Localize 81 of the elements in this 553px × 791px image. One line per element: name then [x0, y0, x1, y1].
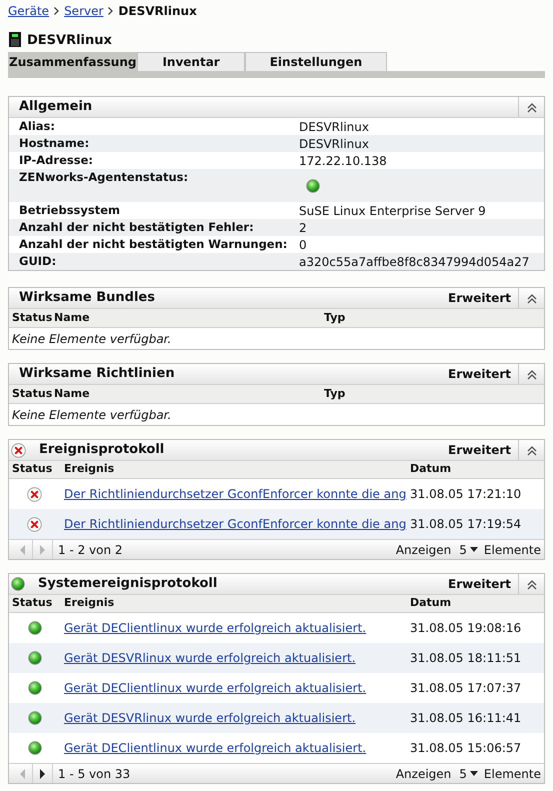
- event-link[interactable]: Gerät DESVRlinux wurde erfolgreich aktualisiert.: [64, 651, 356, 665]
- triangle-left-icon: [20, 768, 26, 778]
- tab[interactable]: Einstellungen: [244, 52, 388, 71]
- double-chevron-up-icon: [526, 292, 538, 304]
- advanced-link[interactable]: Erweitert: [448, 575, 518, 593]
- date-cell-text: 31.08.05 17:21:10: [410, 486, 522, 503]
- field-label: Betriebssystem: [18, 202, 122, 219]
- field-value: 2: [299, 220, 307, 236]
- chevron-right-icon: [108, 7, 114, 15]
- field-value: a320c55a7affbe8f8c8347994d054a27: [299, 254, 530, 270]
- event-link[interactable]: Gerät DEClientlinux wurde erfolgreich aktualisiert.: [64, 741, 366, 755]
- breadcrumb-link[interactable]: Geräte: [8, 2, 50, 20]
- breadcrumb-link[interactable]: Server: [64, 2, 104, 20]
- page-title: DESVRlinux: [27, 32, 112, 50]
- advanced-link[interactable]: Erweitert: [448, 289, 518, 307]
- column-header: Typ: [324, 310, 346, 326]
- page-size-dropdown[interactable]: 5: [459, 764, 478, 782]
- column-header: Typ: [324, 386, 346, 402]
- field-label: Alias:: [18, 118, 56, 135]
- field-value: DESVRlinux: [299, 136, 369, 152]
- page-range: 1 - 2 von 2: [57, 542, 123, 558]
- triangle-left-icon: [20, 544, 26, 554]
- panel-title: Ereignisprotokoll: [38, 441, 164, 460]
- field-value: 0: [299, 236, 307, 254]
- empty-message: Keine Elemente verfügbar.: [12, 406, 172, 424]
- date-cell-text: 31.08.05 19:08:16: [410, 620, 522, 637]
- field-value: SuSE Linux Enterprise Server 9: [299, 202, 486, 220]
- date-cell-text: 31.08.05 18:11:51: [410, 650, 522, 667]
- page-range: 1 - 5 von 33: [57, 766, 130, 782]
- field-label: Anzahl der nicht bestätigten Fehler:: [18, 219, 255, 236]
- event-link[interactable]: Gerät DEClientlinux wurde erfolgreich aktualisiert.: [64, 681, 366, 695]
- triangle-right-icon: [40, 768, 46, 778]
- panel-title: Wirksame Richtlinien: [18, 365, 175, 384]
- tab[interactable]: Inventar: [137, 52, 245, 71]
- column-header: Ereignis: [64, 595, 116, 612]
- caret-down-icon: [470, 771, 478, 776]
- panel-title: Allgemein: [18, 98, 92, 116]
- event-link[interactable]: Gerät DESVRlinux wurde erfolgreich aktualisiert.: [64, 711, 356, 725]
- field-label: Hostname:: [18, 135, 90, 152]
- field-value: 172.22.10.138: [299, 152, 387, 170]
- field-label: Anzahl der nicht bestätigten Warnungen:: [18, 236, 288, 253]
- column-header: Datum: [410, 461, 452, 478]
- show-label: Anzeigen: [396, 542, 452, 558]
- chevron-right-icon: [54, 7, 60, 15]
- field-label: ZENworks-Agentenstatus:: [18, 169, 190, 186]
- event-link[interactable]: Der Richtliniendurchsetzer GconfEnforcer konnte die ang: [64, 517, 406, 531]
- column-header: Status: [11, 310, 54, 326]
- date-cell-text: 31.08.05 15:06:57: [410, 740, 522, 757]
- items-label: Elemente: [484, 542, 542, 558]
- show-label: Anzeigen: [396, 766, 452, 782]
- tab[interactable]: Zusammenfassung: [8, 52, 138, 71]
- column-header: Status: [11, 386, 54, 402]
- advanced-link[interactable]: Erweitert: [448, 365, 518, 383]
- field-label: GUID:: [18, 253, 58, 270]
- server-icon: [9, 32, 21, 47]
- column-header: Name: [54, 310, 91, 326]
- column-header: Status: [11, 595, 54, 612]
- column-header: Ereignis: [64, 461, 116, 478]
- items-label: Elemente: [484, 766, 542, 782]
- date-cell-text: 31.08.05 17:07:37: [410, 680, 522, 697]
- event-link[interactable]: Gerät DEClientlinux wurde erfolgreich aktualisiert.: [64, 621, 366, 635]
- caret-down-icon: [470, 547, 478, 552]
- double-chevron-up-icon: [526, 102, 538, 112]
- date-cell-text: 31.08.05 16:11:41: [410, 710, 522, 727]
- column-header: Datum: [410, 595, 452, 612]
- date-cell-text: 31.08.05 17:19:54: [410, 516, 522, 533]
- breadcrumb-current: DESVRlinux: [118, 3, 197, 20]
- double-chevron-up-icon: [526, 368, 538, 380]
- column-header: Name: [54, 386, 91, 402]
- double-chevron-up-icon: [526, 578, 538, 590]
- panel-title: Wirksame Bundles: [18, 289, 155, 308]
- panel-title: Systemereignisprotokoll: [37, 575, 218, 594]
- advanced-link[interactable]: Erweitert: [448, 441, 518, 459]
- field-label: IP-Adresse:: [18, 152, 94, 169]
- double-chevron-up-icon: [526, 444, 538, 456]
- triangle-right-icon: [40, 544, 46, 554]
- field-value: DESVRlinux: [299, 118, 369, 136]
- page-size-dropdown[interactable]: 5: [459, 540, 478, 558]
- event-link[interactable]: Der Richtliniendurchsetzer GconfEnforcer konnte die ang: [64, 487, 406, 501]
- empty-message: Keine Elemente verfügbar.: [12, 330, 172, 348]
- column-header: Status: [11, 461, 54, 478]
